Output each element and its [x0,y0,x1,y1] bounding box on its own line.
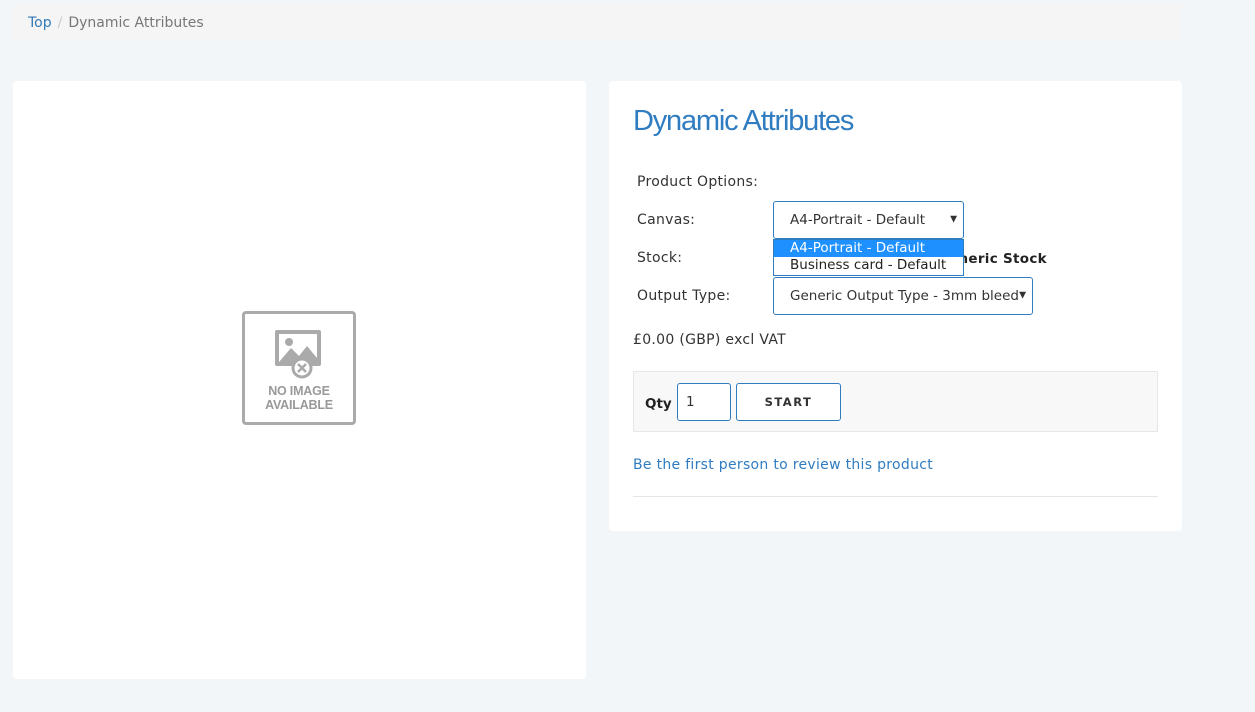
breadcrumb-separator: / [57,15,63,31]
no-image-line2: AVAILABLE [265,398,333,412]
divider [633,496,1158,497]
start-button[interactable]: START [736,383,841,421]
price: £0.00 (GBP) excl VAT [633,332,786,348]
canvas-option-a4-portrait[interactable]: A4-Portrait - Default [774,240,963,257]
no-image-placeholder: NO IMAGE AVAILABLE [242,311,356,425]
chevron-down-icon: ▼ [1019,290,1026,301]
review-link[interactable]: Be the first person to review this produ… [633,457,933,473]
qty-input[interactable] [677,383,731,421]
chevron-down-icon: ▼ [950,214,957,225]
canvas-select-value: A4-Portrait - Default [790,212,926,228]
no-image-line1: NO IMAGE [268,384,330,398]
output-type-select[interactable]: Generic Output Type - 3mm bleed ▼ [773,277,1033,315]
qty-label: Qty [645,396,672,412]
product-title: Dynamic Attributes [633,105,854,137]
stock-label: Stock: [637,250,683,266]
breadcrumb-top-link[interactable]: Top [28,15,52,31]
product-options-heading: Product Options: [637,174,759,190]
no-image-text: NO IMAGE AVAILABLE [245,384,353,412]
breadcrumb-current: Dynamic Attributes [68,15,204,31]
product-info-panel: Dynamic Attributes Product Options: Canv… [609,81,1182,531]
canvas-select[interactable]: A4-Portrait - Default ▼ [773,201,964,239]
output-type-select-value: Generic Output Type - 3mm bleed [790,288,1019,304]
buy-box: Qty START [633,371,1158,432]
canvas-label: Canvas: [637,212,696,228]
canvas-option-business-card[interactable]: Business card - Default [774,257,963,274]
product-image-panel: NO IMAGE AVAILABLE [13,81,586,679]
canvas-dropdown-list[interactable]: A4-Portrait - Default Business card - De… [773,239,964,276]
no-image-icon [275,330,321,379]
breadcrumb: Top / Dynamic Attributes [13,5,1182,41]
output-type-label: Output Type: [637,288,731,304]
